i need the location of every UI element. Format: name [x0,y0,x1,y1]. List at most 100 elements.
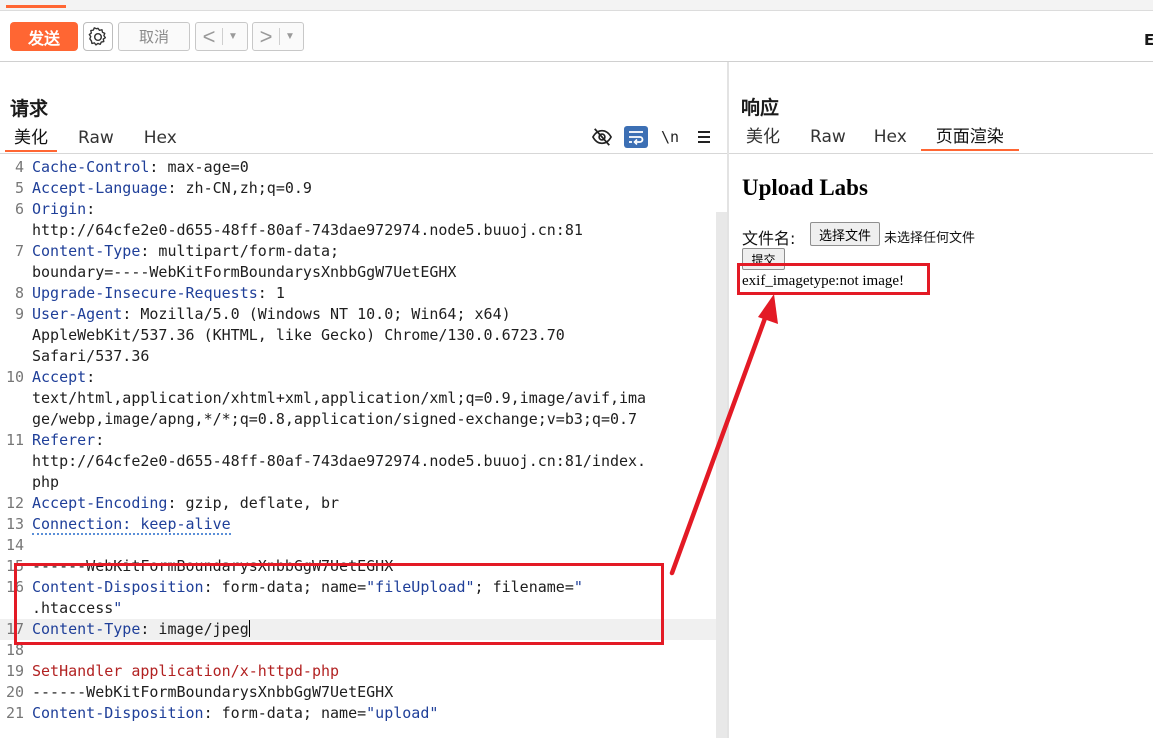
header-value: AppleWebKit/537.36 (KHTML, like Gecko) C… [32,326,565,344]
header-value: http://64cfe2e0-d655-48ff-80af-743dae972… [32,221,583,239]
code-line[interactable]: boundary=----WebKitFormBoundarysXnbbGgW7… [0,262,716,283]
no-file-text: 未选择任何文件 [884,231,976,246]
line-text: SetHandler application/x-httpd-php [32,661,339,682]
header-name: Upgrade-Insecure-Requests [32,284,258,302]
line-text: Content-Disposition: form-data; name="up… [32,703,438,724]
request-tabs: 美化 Raw Hex [5,127,186,152]
code-line[interactable]: 13 Connection: keep-alive [0,514,716,535]
line-text: boundary=----WebKitFormBoundarysXnbbGgW7… [32,262,456,283]
settings-button[interactable] [83,22,113,51]
tab-response-hex[interactable]: Hex [865,126,916,151]
back-history-dropdown[interactable]: ▼ [223,31,243,42]
send-button[interactable]: 发送 [10,22,78,51]
code-line[interactable]: 12 Accept-Encoding: gzip, deflate, br [0,493,716,514]
line-number: 9 [14,305,24,323]
code-line[interactable]: 20 ------WebKitFormBoundarysXnbbGgW7UetEG… [0,682,716,703]
code-line[interactable]: 7 Content-Type: multipart/form-data; [0,241,716,262]
code-line[interactable]: 21 Content-Disposition: form-data; name="… [0,703,716,724]
header-value: : multipart/form-data; [140,242,340,260]
header-value: : Mozilla/5.0 (Windows NT 10.0; Win64; x… [122,305,511,323]
line-text: ge/webp,image/apng,*/*;q=0.8,application… [32,409,637,430]
hide-icon[interactable] [590,126,614,148]
header-value: : [86,200,96,218]
toolbar: 发送 取消 < ▼ > ▼ E [0,11,1153,62]
code-line[interactable]: 10 Accept: [0,367,716,388]
annotation-highlight-response [737,263,930,295]
back-button[interactable]: < [196,23,222,50]
line-number: 11 [5,431,24,449]
tab-request-pretty[interactable]: 美化 [5,127,57,152]
code-line[interactable]: 11 Referer: [0,430,716,451]
header-name: Content-Type [32,242,141,260]
response-tabs: 美化 Raw Hex 页面渲染 [737,126,1019,151]
code-line[interactable]: 19 SetHandler application/x-httpd-php [0,661,716,682]
line-text: ------WebKitFormBoundarysXnbbGgW7UetEGHX [32,682,393,703]
code-line[interactable]: 9 User-Agent: Mozilla/5.0 (Windows NT 10.… [0,304,716,325]
wrap-icon[interactable] [624,126,648,148]
request-editor[interactable]: 4 Cache-Control: max-age=0 5 Accept-Languag… [0,157,716,738]
header-value: : zh-CN,zh;q=0.9 [167,179,312,197]
line-text: text/html,application/xhtml+xml,applicat… [32,388,646,409]
back-nav-group: < ▼ [195,22,248,51]
header-value: text/html,application/xhtml+xml,applicat… [32,389,647,407]
code-line[interactable]: 5 Accept-Language: zh-CN,zh;q=0.9 [0,178,716,199]
tab-response-render[interactable]: 页面渲染 [920,126,1019,151]
code-line[interactable]: Safari/537.36 [0,346,716,367]
line-text: Accept-Encoding: gzip, deflate, br [32,493,339,514]
menu-icon[interactable] [692,126,716,148]
line-number: 4 [14,158,24,176]
line-number: 5 [14,179,24,197]
code-line[interactable]: AppleWebKit/537.36 (KHTML, like Gecko) C… [0,325,716,346]
code-line[interactable]: 4 Cache-Control: max-age=0 [0,157,716,178]
code-line[interactable]: http://64cfe2e0-d655-48ff-80af-743dae972… [0,220,716,241]
line-text: Content-Type: multipart/form-data; [32,241,339,262]
code-line[interactable]: 14 [0,535,716,556]
response-pane-title: 响应 [741,97,780,119]
choose-file-button[interactable]: 选择文件 [810,222,880,246]
code-line[interactable]: 6 Origin: [0,199,716,220]
code-line[interactable]: php [0,472,716,493]
line-number: 10 [5,368,24,386]
active-top-tab[interactable] [6,0,66,8]
line-text: Referer: [32,430,104,451]
forward-button[interactable]: > [253,23,279,50]
header-value: SetHandler application/x-httpd-php [32,662,340,680]
line-text: Accept: [32,367,95,388]
tab-response-pretty[interactable]: 美化 [737,126,789,151]
line-number: 6 [14,200,24,218]
editor-scrollbar[interactable] [716,212,727,738]
header-value: ge/webp,image/apng,*/*;q=0.8,application… [32,410,638,428]
line-text: Safari/537.36 [32,346,149,367]
line-number: 20 [5,683,24,701]
response-tabs-divider [729,153,1153,154]
line-number: 7 [14,242,24,260]
line-number: 13 [5,515,24,533]
code-line[interactable]: http://64cfe2e0-d655-48ff-80af-743dae972… [0,451,716,472]
request-tabs-divider [0,153,727,154]
file-label: 文件名: [742,229,796,248]
header-value: php [32,473,60,491]
header-value: : [95,431,105,449]
tab-request-hex[interactable]: Hex [135,127,186,152]
newline-icon[interactable]: \n [658,126,682,148]
line-text: http://64cfe2e0-d655-48ff-80af-743dae972… [32,451,646,472]
header-name: User-Agent [32,305,123,323]
header-value: Safari/537.36 [32,347,150,365]
line-text: Origin: [32,199,95,220]
code-line[interactable]: ge/webp,image/apng,*/*;q=0.8,application… [0,409,716,430]
header-value: boundary=----WebKitFormBoundarysXnbbGgW7… [32,263,457,281]
page-heading: Upload Labs [742,175,868,200]
forward-history-dropdown[interactable]: ▼ [280,31,300,42]
cancel-button[interactable]: 取消 [118,22,190,51]
quoted-value: "upload" [366,704,439,722]
header-name: Accept-Language [32,179,168,197]
code-line[interactable]: text/html,application/xhtml+xml,applicat… [0,388,716,409]
header-value: : form-data; name="upload" [204,704,439,722]
tab-response-raw[interactable]: Raw [801,126,855,151]
tab-request-raw[interactable]: Raw [69,127,123,152]
rendered-page: Upload Labs 文件名: 选择文件 未选择任何文件 提交 exif_im… [729,155,1153,738]
header-value: : [86,368,96,386]
header-value: : 1 [257,284,285,302]
line-text: Accept-Language: zh-CN,zh;q=0.9 [32,178,312,199]
code-line[interactable]: 8 Upgrade-Insecure-Requests: 1 [0,283,716,304]
